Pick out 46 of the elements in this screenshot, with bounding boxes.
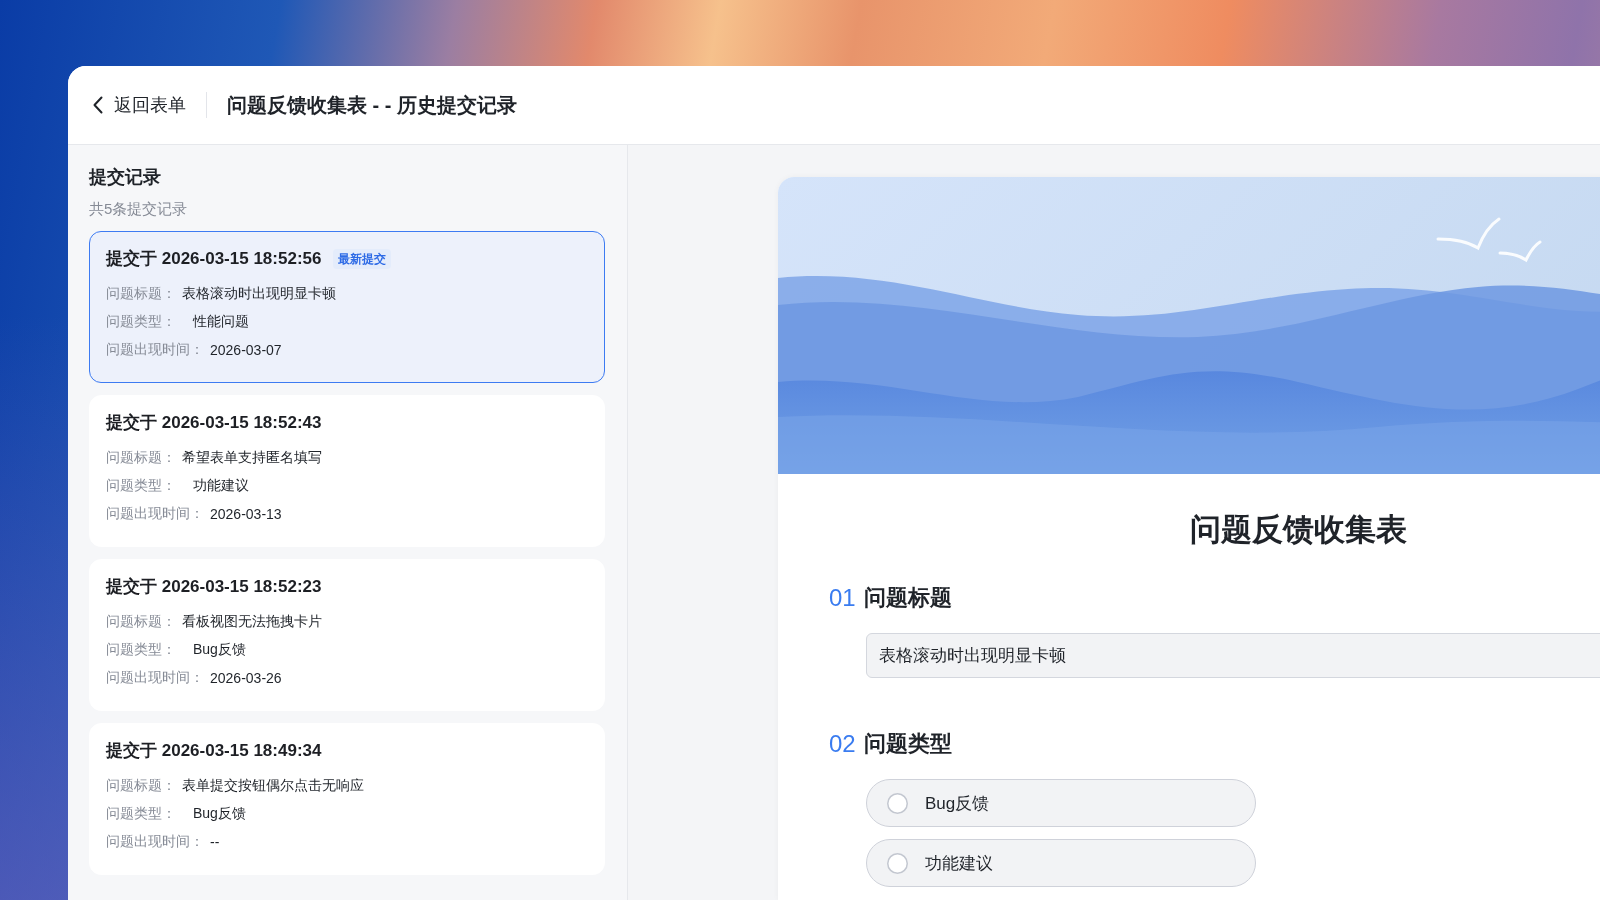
field-value: 性能问题 [191, 313, 249, 331]
field-value: 表单提交按钮偶尔点击无响应 [182, 777, 364, 795]
field-label: 问题出现时间： [106, 341, 204, 359]
field-label: 问题标题： [106, 449, 176, 467]
form-title: 问题反馈收集表 [1188, 511, 1408, 549]
radio-option[interactable]: Bug反馈 [866, 779, 1256, 827]
field-value: 看板视图无法拖拽卡片 [182, 613, 322, 631]
field-value: 表格滚动时出现明显卡顿 [182, 285, 336, 303]
field-value: 2026-03-13 [210, 506, 282, 522]
field-label: 问题标题： [106, 777, 176, 795]
field-value: 2026-03-07 [210, 342, 282, 358]
field-label: 问题类型： [106, 805, 176, 823]
question-label: 问题标题 [863, 584, 952, 612]
field-label: 问题标题： [106, 613, 176, 631]
field-value: 2026-03-26 [210, 670, 282, 686]
latest-badge: 最新提交 [333, 249, 392, 269]
field-value: 希望表单支持匿名填写 [182, 449, 322, 467]
submission-time: 提交于 2026-03-15 18:49:34 [106, 740, 322, 762]
question-number: 02 [829, 730, 856, 758]
field-label: 问题出现时间： [106, 669, 204, 687]
submission-time: 提交于 2026-03-15 18:52:56 [106, 248, 322, 270]
question-number: 01 [829, 584, 856, 612]
page-title: 问题反馈收集表 - - 历史提交记录 [227, 92, 517, 118]
record-card[interactable]: 提交于 2026-03-15 18:49:34 问题标题： 表单提交按钮偶尔点击无响应 问题类型： Bug反馈 问题出现时间： -- [89, 723, 605, 875]
field-label: 问题类型： [106, 477, 176, 495]
field-value: 功能建议 [192, 477, 249, 495]
sidebar-title: 提交记录 [89, 166, 162, 189]
record-count: 共5条提交记录 [89, 199, 189, 219]
record-card[interactable]: 提交于 2026-03-15 18:52:56 最新提交 问题标题： 表格滚动时出现明显卡顿 问题类型： 性能问题 问题出现时间： 2026-03-07 [89, 231, 605, 383]
question-label: 问题类型 [863, 730, 952, 758]
record-card[interactable]: 提交于 2026-03-15 18:52:23 问题标题： 看板视图无法拖拽卡片 问题类型： Bug反馈 问题出现时间： 2026-03-26 [89, 559, 605, 711]
record-card[interactable]: 提交于 2026-03-15 18:52:43 问题标题： 希望表单支持匿名填写 问题类型： 功能建议 问题出现时间： 2026-03-13 [89, 395, 605, 547]
submission-time: 提交于 2026-03-15 18:52:43 [106, 412, 322, 434]
chevron-left-icon [93, 96, 103, 114]
field-label: 问题出现时间： [106, 833, 204, 851]
field-label: 问题标题： [106, 285, 176, 303]
field-label: 问题类型： [106, 313, 176, 331]
field-value: Bug反馈 [192, 805, 246, 823]
field-label: 问题类型： [106, 641, 176, 659]
submission-time: 提交于 2026-03-15 18:52:23 [106, 576, 322, 598]
field-value: Bug反馈 [192, 641, 246, 659]
back-button[interactable]: 返回表单 [93, 89, 186, 121]
text-field[interactable]: 表格滚动时出现明显卡顿 [866, 633, 1600, 678]
field-value: -- [210, 834, 220, 850]
radio-option[interactable]: 功能建议 [866, 839, 1256, 887]
field-label: 问题出现时间： [106, 505, 204, 523]
